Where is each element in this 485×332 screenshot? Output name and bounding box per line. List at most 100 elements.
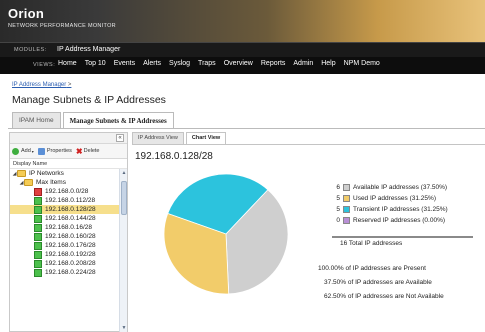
properties-button[interactable]: Properties: [37, 147, 72, 155]
subnet-label: 192.168.0.160/28: [45, 233, 96, 240]
chart-legend: 6 Available IP addresses (37.50%) 5 Used…: [332, 182, 482, 226]
delete-label: Delete: [83, 148, 100, 154]
subnet-item[interactable]: 192.168.0.224/28: [10, 268, 119, 277]
scroll-down-icon[interactable]: ▼: [120, 324, 128, 332]
legend-row-reserved: 0 Reserved IP addresses (0.00%): [332, 215, 482, 226]
subnet-label: 192.168.0.208/28: [45, 260, 96, 267]
scroll-up-icon[interactable]: ▲: [120, 169, 128, 177]
stat-present: 100.00% of IP addresses are Present: [318, 265, 426, 272]
subnet-item[interactable]: 192.168.0.192/28: [10, 250, 119, 259]
legend-swatch: [343, 206, 350, 213]
nav-traps[interactable]: Traps: [198, 60, 216, 67]
subnet-label: 192.168.0.16/28: [45, 224, 92, 231]
brand-subtitle: NETWORK PERFORMANCE MONITOR: [8, 23, 116, 29]
modules-bar: MODULES: IP Address Manager: [0, 42, 485, 57]
subnet-status-icon: [34, 214, 42, 223]
add-button[interactable]: Add ▾: [12, 147, 34, 155]
properties-icon: [37, 147, 45, 155]
subtab-divider: [132, 144, 485, 145]
ip-usage-pie-chart: [163, 173, 289, 295]
content-area: IP Address Manager > Manage Subnets & IP…: [0, 74, 485, 332]
subnet-status-icon: [34, 259, 42, 268]
add-icon: [12, 147, 19, 155]
view-tabs: IP Address View Chart View: [132, 132, 228, 144]
nav-reports[interactable]: Reports: [261, 60, 286, 67]
subnet-status-icon: [34, 205, 42, 214]
subnet-detail-panel: IP Address View Chart View 192.168.0.128…: [132, 132, 485, 332]
subnet-label: 192.168.0.112/28: [45, 197, 96, 204]
legend-count: 0: [336, 217, 340, 224]
brand-banner: Orion NETWORK PERFORMANCE MONITOR: [0, 0, 485, 42]
breadcrumb-link[interactable]: IP Address Manager: [12, 82, 66, 88]
tree-node-label: IP Networks: [29, 170, 64, 177]
tree-toolbar: Add ▾ Properties ✖ Delete: [10, 144, 127, 159]
legend-label: Reserved IP addresses (0.00%): [353, 217, 446, 224]
subnet-status-icon: [34, 196, 42, 205]
subnet-status-icon: [34, 268, 42, 277]
modules-current-link[interactable]: IP Address Manager: [57, 46, 120, 53]
tab-divider: [8, 128, 485, 129]
tree-node-group[interactable]: ◢ Max Items: [10, 178, 119, 187]
legend-swatch: [343, 195, 350, 202]
scroll-thumb[interactable]: [121, 181, 127, 215]
subnet-item-selected[interactable]: 192.168.0.128/28: [10, 205, 119, 214]
subnet-label: 192.168.0.176/28: [45, 242, 96, 249]
column-header-display-name[interactable]: Display Name: [10, 159, 127, 169]
nav-home[interactable]: Home: [58, 60, 77, 67]
tab-ip-address-view[interactable]: IP Address View: [132, 132, 184, 144]
stat-not-available: 62.50% of IP addresses are Not Available: [324, 293, 444, 300]
dropdown-arrow-icon: ▾: [31, 148, 34, 154]
nav-top10[interactable]: Top 10: [85, 60, 106, 67]
subnet-title: 192.168.0.128/28: [135, 151, 213, 162]
tab-manage-subnets[interactable]: Manage Subnets & IP Addresses: [62, 112, 174, 128]
nav-npm-demo[interactable]: NPM Demo: [344, 60, 380, 67]
total-ip-count: 16 Total IP addresses: [340, 240, 403, 247]
folder-icon: [17, 170, 26, 177]
nav-overview[interactable]: Overview: [224, 60, 253, 67]
views-bar: VIEWS: Home Top 10 Events Alerts Syslog …: [0, 57, 485, 74]
legend-count: 5: [336, 195, 340, 202]
views-nav: Home Top 10 Events Alerts Syslog Traps O…: [58, 60, 388, 67]
properties-label: Properties: [46, 148, 72, 154]
tree-node-root[interactable]: ◢ IP Networks: [10, 169, 119, 178]
panel-header: «: [10, 133, 127, 144]
subnet-item[interactable]: 192.168.0.208/28: [10, 259, 119, 268]
subnet-label: 192.168.0.192/28: [45, 251, 96, 258]
subnet-item[interactable]: 192.168.0.176/28: [10, 241, 119, 250]
subnet-item[interactable]: 192.168.0.0/28: [10, 187, 119, 196]
nav-syslog[interactable]: Syslog: [169, 60, 190, 67]
nav-admin[interactable]: Admin: [293, 60, 313, 67]
tab-ipam-home[interactable]: IPAM Home: [12, 112, 61, 128]
subnet-tree: ◢ IP Networks ◢ Max Items 192.168.0.0/28…: [10, 169, 119, 332]
views-label: VIEWS:: [33, 62, 56, 68]
subnet-item[interactable]: 192.168.0.112/28: [10, 196, 119, 205]
tree-scrollbar[interactable]: ▲ ▼: [119, 169, 127, 332]
subnet-item[interactable]: 192.168.0.160/28: [10, 232, 119, 241]
nav-alerts[interactable]: Alerts: [143, 60, 161, 67]
legend-count: 5: [336, 206, 340, 213]
legend-swatch: [343, 217, 350, 224]
legend-row-used: 5 Used IP addresses (31.25%): [332, 193, 482, 204]
subnet-status-icon: [34, 250, 42, 259]
main-tabs: IPAM Home Manage Subnets & IP Addresses: [12, 112, 176, 128]
breadcrumb-separator: >: [66, 82, 72, 88]
legend-total-divider: [332, 236, 473, 238]
stat-available: 37.50% of IP addresses are Available: [324, 279, 432, 286]
legend-label: Used IP addresses (31.25%): [353, 195, 436, 202]
legend-label: Available IP addresses (37.50%): [353, 184, 448, 191]
subnet-item[interactable]: 192.168.0.16/28: [10, 223, 119, 232]
add-label: Add: [21, 148, 31, 154]
collapse-panel-button[interactable]: «: [116, 134, 124, 142]
tab-chart-view[interactable]: Chart View: [185, 132, 227, 144]
folder-icon: [24, 179, 33, 186]
legend-row-available: 6 Available IP addresses (37.50%): [332, 182, 482, 193]
nav-events[interactable]: Events: [114, 60, 135, 67]
breadcrumb[interactable]: IP Address Manager >: [12, 82, 71, 88]
delete-button[interactable]: ✖ Delete: [76, 147, 100, 156]
subnet-tree-panel: « Add ▾ Properties ✖ Delete Display Name …: [9, 132, 128, 332]
delete-icon: ✖: [75, 146, 83, 156]
legend-row-transient: 5 Transient IP addresses (31.25%): [332, 204, 482, 215]
nav-help[interactable]: Help: [321, 60, 335, 67]
tree-node-label: Max Items: [36, 179, 66, 186]
subnet-item[interactable]: 192.168.0.144/28: [10, 214, 119, 223]
